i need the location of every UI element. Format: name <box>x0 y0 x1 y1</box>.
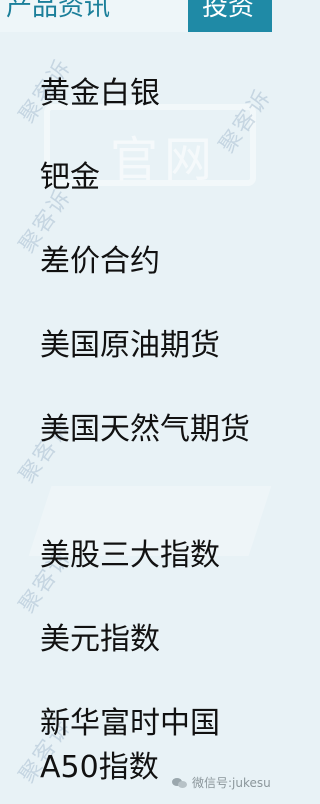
wechat-id-label: 微信号:jukesu <box>192 776 271 790</box>
menu-item-cfd[interactable]: 差价合约 <box>40 240 250 284</box>
menu-item-us-three-major-indices[interactable]: 美股三大指数 <box>40 534 250 578</box>
wechat-watermark: 微信号:jukesu <box>172 774 271 791</box>
menu-item-us-crude-oil-futures[interactable]: 美国原油期货 <box>40 324 250 368</box>
menu-item-us-natural-gas-futures[interactable]: 美国天然气期货 <box>40 408 250 452</box>
menu-item-gold-silver[interactable]: 黄金白银 <box>40 72 250 116</box>
menu-item-palladium[interactable]: 钯金 <box>40 156 250 200</box>
wechat-icon <box>172 777 188 789</box>
menu-list: 黄金白银 钯金 差价合约 美国原油期货 美国天然气期货 美股三大指数 美元指数 … <box>0 0 272 804</box>
menu-item-us-dollar-index[interactable]: 美元指数 <box>40 618 250 662</box>
